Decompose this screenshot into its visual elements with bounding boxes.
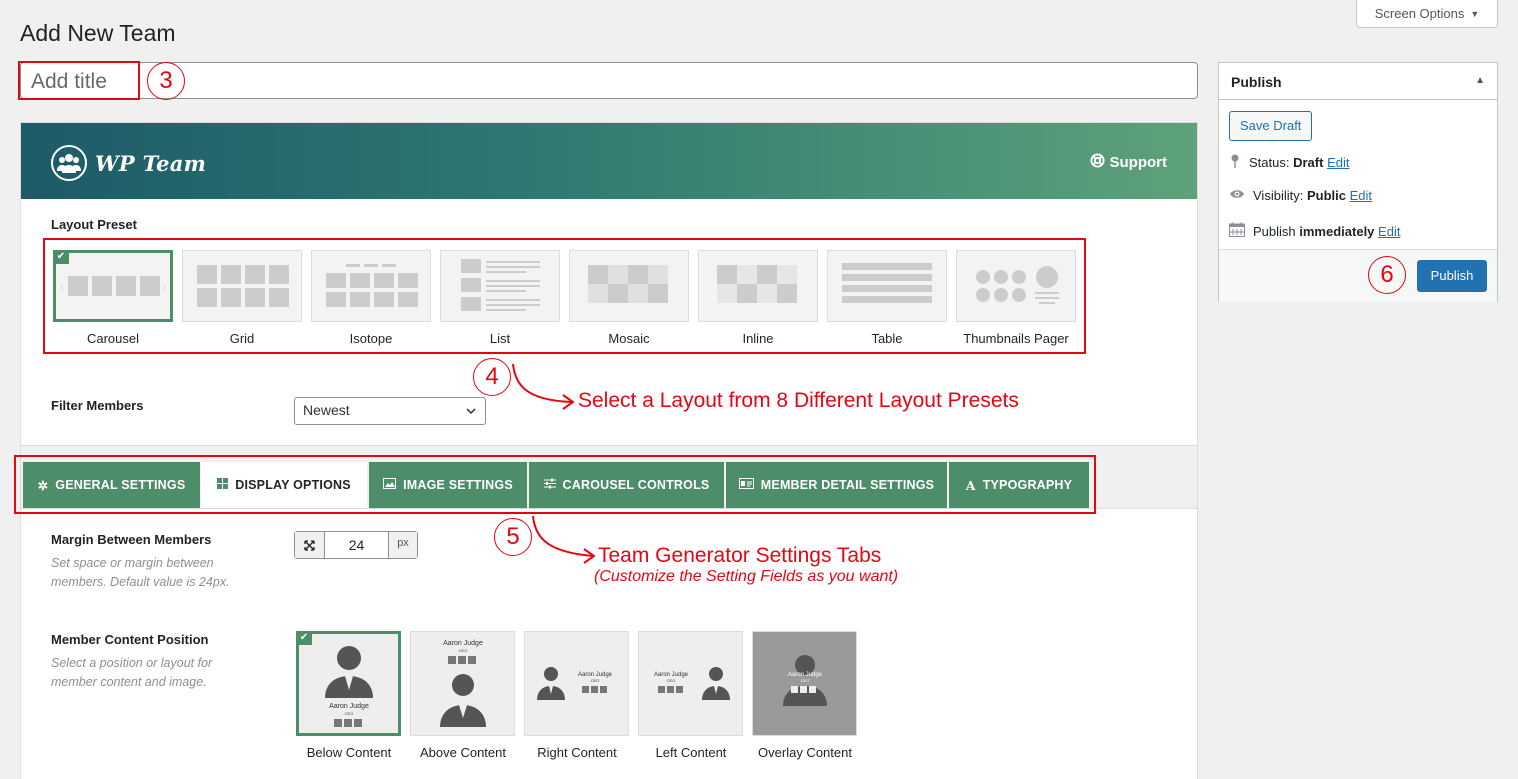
position-left-content-label: Left Content <box>655 745 727 760</box>
layout-preset-label: Layout Preset <box>51 217 137 232</box>
member-left-preview-icon: Aaron Judge CEO <box>654 667 730 700</box>
annotation-box-layouts <box>43 238 1086 354</box>
position-below-content-label: Below Content <box>306 745 392 760</box>
status-value: Draft <box>1293 155 1324 170</box>
margin-help-line-2: members. Default value is 24px. <box>51 575 230 589</box>
filter-members-label: Filter Members <box>51 398 144 413</box>
annotation-tabs-subtext: (Customize the Setting Fields as you wan… <box>594 568 899 585</box>
publish-header[interactable]: Publish ▲ <box>1219 63 1497 100</box>
annotation-number-5: 5 <box>494 518 532 556</box>
lifebuoy-icon <box>1089 153 1105 172</box>
annotation-number-6: 6 <box>1368 256 1406 294</box>
page-title: Add New Team <box>20 20 176 46</box>
member-overlay-preview-icon: Aaron Judge CEO <box>783 655 827 706</box>
content-position-label: Member Content Position <box>51 632 209 647</box>
position-left-content-card[interactable]: Aaron Judge CEO <box>638 631 743 736</box>
margin-help-line-1: Set space or margin between <box>51 556 214 570</box>
content-position-help-line-2: member content and image. <box>51 675 207 689</box>
position-right-content-label: Right Content <box>537 745 617 760</box>
sample-role: CEO <box>459 648 468 653</box>
member-right-preview-icon: Aaron Judge CEO <box>537 667 613 700</box>
filter-members-value: Newest <box>303 402 350 418</box>
schedule-label: Publish <box>1253 223 1296 239</box>
publish-button[interactable]: Publish <box>1417 260 1487 292</box>
check-icon: ✔ <box>296 631 312 645</box>
annotation-box-title <box>18 61 140 100</box>
content-position-help: Select a position or layout for member c… <box>51 654 212 692</box>
margin-input[interactable]: 24 px <box>294 531 418 559</box>
calendar-icon <box>1229 222 1245 240</box>
position-right-content-card[interactable]: Aaron Judge CEO <box>524 631 629 736</box>
member-below-preview-icon: Aaron Judge CEO <box>325 646 373 727</box>
save-draft-button[interactable]: Save Draft <box>1229 111 1313 141</box>
status-row: Status: Draft Edit <box>1229 154 1349 171</box>
brand-name: WP Team <box>95 150 207 176</box>
annotation-number-4: 4 <box>473 358 511 396</box>
schedule-value: immediately <box>1299 223 1375 239</box>
status-label: Status: <box>1249 155 1290 170</box>
margin-unit: px <box>388 532 417 558</box>
visibility-label: Visibility: <box>1253 188 1304 203</box>
sample-role: CEO <box>667 678 676 683</box>
position-above-content-card[interactable]: Aaron Judge CEO <box>410 631 515 736</box>
screen-options-label: Screen Options <box>1374 6 1465 21</box>
sample-name: Aaron Judge <box>329 703 369 710</box>
wp-team-banner: WP Team Support <box>21 123 1197 199</box>
margin-value[interactable]: 24 <box>325 532 388 558</box>
support-label: Support <box>1109 154 1168 171</box>
annotation-layouts-text: Select a Layout from 8 Different Layout … <box>578 389 1019 412</box>
chevron-down-icon <box>465 404 477 420</box>
visibility-value: Public <box>1306 188 1346 203</box>
arrow-tabs-icon <box>532 515 596 564</box>
eye-icon <box>1229 188 1245 203</box>
visibility-row: Visibility: Public Edit <box>1229 188 1372 203</box>
schedule-edit-link[interactable]: Edit <box>1378 224 1400 239</box>
content-position-help-line-1: Select a position or layout for <box>51 656 213 670</box>
margin-label: Margin Between Members <box>51 532 212 547</box>
annotation-number-3: 3 <box>147 62 185 100</box>
visibility-edit-link[interactable]: Edit <box>1350 188 1372 203</box>
status-edit-link[interactable]: Edit <box>1327 155 1349 170</box>
annotation-box-tabs <box>14 455 1096 514</box>
position-above-content-label: Above Content <box>419 745 506 760</box>
expand-icon <box>295 532 325 558</box>
caret-down-icon: ▼ <box>1470 8 1480 19</box>
position-overlay-content-card[interactable]: Aaron Judge CEO <box>752 631 857 736</box>
position-below-content-card[interactable]: ✔ Aaron Judge CEO <box>296 631 401 736</box>
annotation-tabs-text: Team Generator Settings Tabs <box>598 544 882 567</box>
pin-icon <box>1229 154 1241 171</box>
position-overlay-content-label: Overlay Content <box>758 745 852 760</box>
margin-help: Set space or margin between members. Def… <box>51 554 230 592</box>
support-link[interactable]: Support <box>1089 153 1168 172</box>
sample-role: CEO <box>345 711 354 716</box>
team-settings-panel: WP Team Support Layout Preset ✔ ‹ › Carou… <box>20 122 1198 779</box>
arrow-layouts-icon <box>512 363 575 410</box>
publish-box: Publish ▲ Save Draft Status: Draft Edit … <box>1218 62 1498 302</box>
caret-up-icon[interactable]: ▲ <box>1475 75 1485 86</box>
publish-title: Publish <box>1231 74 1282 90</box>
publish-footer: Publish <box>1219 249 1497 302</box>
filter-members-select[interactable]: Newest <box>294 397 486 425</box>
team-logo-icon <box>51 145 87 181</box>
sample-role: CEO <box>801 678 810 683</box>
title-input[interactable]: Add title <box>20 62 1198 99</box>
sample-role: CEO <box>591 678 600 683</box>
screen-options-button[interactable]: Screen Options ▼ <box>1356 0 1498 28</box>
schedule-row: Publish immediately Edit <box>1229 222 1400 240</box>
sample-name: Aaron Judge <box>443 640 483 647</box>
brand: WP Team <box>51 145 206 181</box>
member-above-preview-icon: Aaron Judge CEO <box>440 640 486 727</box>
